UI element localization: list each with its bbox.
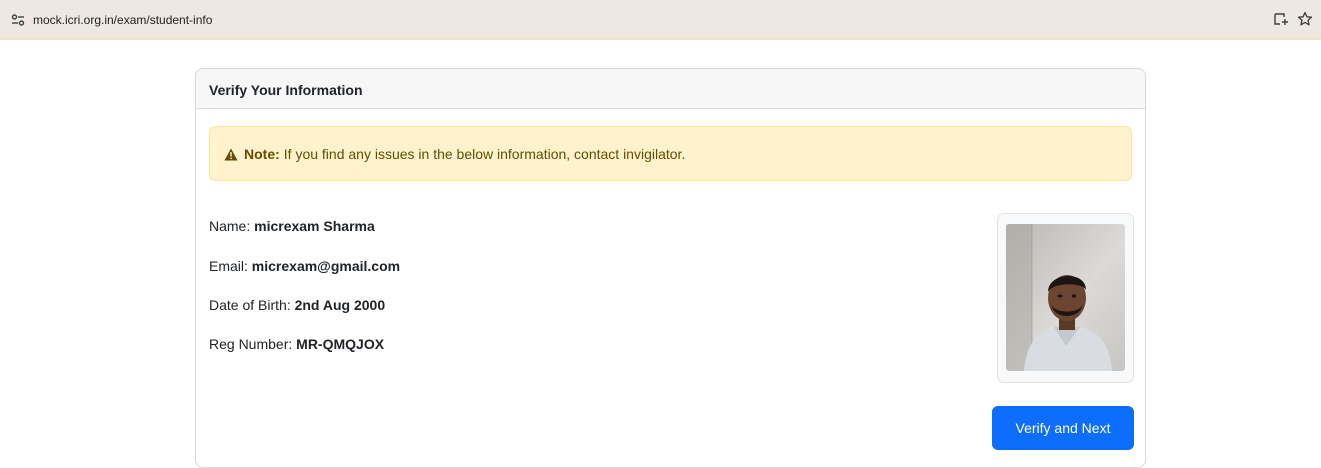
screenshot-icon[interactable] [1273, 11, 1289, 27]
warning-icon [224, 148, 238, 161]
url-text[interactable]: mock.icri.org.in/exam/student-info [33, 13, 212, 27]
reg-value: MR-QMQJOX [296, 336, 385, 352]
dob-label: Date of Birth: [209, 297, 291, 313]
note-message: If you find any issues in the below info… [283, 146, 686, 162]
tune-icon[interactable] [11, 13, 25, 27]
verify-and-next-button[interactable]: Verify and Next [992, 406, 1134, 450]
dob-row: Date of Birth: 2nd Aug 2000 [209, 297, 385, 313]
photo-frame [997, 213, 1134, 383]
dob-value: 2nd Aug 2000 [294, 297, 386, 313]
email-label: Email: [209, 258, 248, 274]
note-alert: Note: If you find any issues in the below… [209, 126, 1132, 181]
star-icon[interactable] [1297, 11, 1313, 27]
note-label: Note: [244, 146, 280, 162]
name-label: Name: [209, 218, 251, 234]
card-title: Verify Your Information [196, 69, 1145, 109]
verify-info-card: Verify Your Information Note: If you find… [195, 68, 1146, 468]
name-value: micrexam Sharma [254, 218, 375, 234]
browser-address-bar: mock.icri.org.in/exam/student-info [0, 0, 1321, 40]
email-row: Email: micrexam@gmail.com [209, 258, 400, 274]
name-row: Name: micrexam Sharma [209, 218, 375, 234]
email-value: micrexam@gmail.com [251, 258, 401, 274]
reg-row: Reg Number: MR-QMQJOX [209, 336, 384, 352]
student-photo [1006, 224, 1125, 371]
reg-label: Reg Number: [209, 336, 293, 352]
